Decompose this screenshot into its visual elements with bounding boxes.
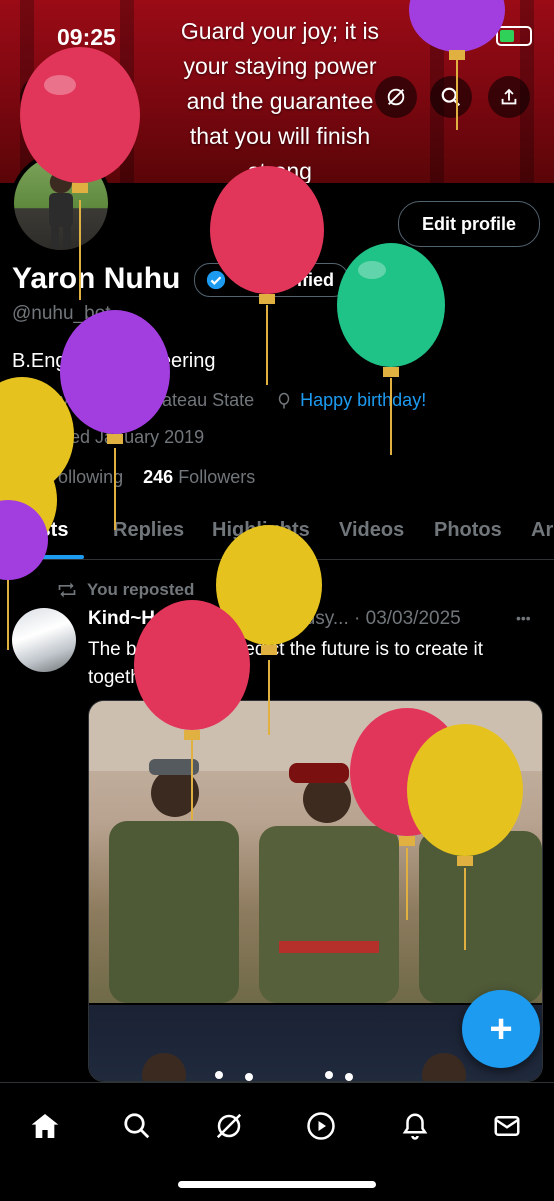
- home-icon: [31, 1114, 59, 1138]
- mail-icon: [494, 1116, 520, 1136]
- bell-icon: [402, 1113, 428, 1140]
- birthday-link[interactable]: Happy birthday!: [300, 390, 426, 411]
- search-icon: [124, 1113, 150, 1139]
- profile-handle: @nuhu_bot: [12, 303, 111, 324]
- profile-avatar[interactable]: [10, 152, 112, 254]
- tab-posts[interactable]: Posts: [14, 519, 68, 542]
- post-author-avatar[interactable]: [12, 608, 76, 672]
- repost-icon: [58, 582, 76, 598]
- post-author-name[interactable]: Kind~Hearted~Bully: [88, 608, 270, 629]
- profile-counts: 163 Following 246 Followers: [12, 467, 255, 488]
- balloon-green: [337, 243, 445, 455]
- balloon-purple: [60, 310, 170, 530]
- share-icon: [501, 88, 517, 105]
- get-verified-button[interactable]: Get verified: [194, 263, 350, 297]
- banner-quote: Guard your joy; it is your staying power…: [180, 18, 380, 183]
- tab-photos[interactable]: Photos: [434, 519, 502, 542]
- nav-notifications[interactable]: [392, 1103, 438, 1149]
- post-text: The best way to predict the future is to…: [88, 639, 483, 688]
- back-button[interactable]: [20, 76, 62, 118]
- post-date: · 03/03/2025: [354, 608, 461, 629]
- status-time: 09:25: [57, 24, 116, 50]
- soldiers-illustration: [89, 701, 542, 1003]
- repost-indicator: You reposted: [57, 580, 194, 600]
- nav-video[interactable]: [298, 1103, 344, 1149]
- battery-icon: [496, 26, 532, 46]
- back-arrow-icon: [33, 89, 49, 105]
- location-pin-icon: [14, 392, 28, 410]
- profile-tabs: Posts Replies Highlights Videos Photos A…: [0, 505, 554, 560]
- nav-messages[interactable]: [484, 1103, 530, 1149]
- following-label: Following: [47, 467, 124, 487]
- following-count: 163: [12, 467, 43, 487]
- edit-profile-button[interactable]: Edit profile: [398, 201, 540, 247]
- balloon-birthday-icon: [278, 392, 290, 408]
- verified-badge-icon: [206, 270, 226, 290]
- post-more-button[interactable]: •••: [516, 610, 531, 626]
- search-icon: [441, 87, 461, 107]
- nav-grok[interactable]: [206, 1103, 252, 1149]
- profile-joined: Joined January 2019: [37, 427, 205, 447]
- grok-icon: [387, 88, 405, 106]
- profile-location: Ray-field Jos Plateau State: [37, 390, 255, 410]
- status-icons: ••••: [432, 26, 532, 46]
- home-indicator: [178, 1181, 376, 1188]
- tab-replies[interactable]: Replies: [113, 519, 184, 542]
- followers-label: Followers: [178, 467, 256, 487]
- followers-link[interactable]: 246 Followers: [143, 467, 255, 487]
- compose-plus-icon: +: [489, 1007, 513, 1051]
- active-tab-indicator: [14, 555, 84, 559]
- play-video-icon: [307, 1112, 335, 1140]
- compose-post-button[interactable]: +: [462, 990, 540, 1068]
- nav-home[interactable]: [22, 1103, 68, 1149]
- share-button[interactable]: [488, 76, 530, 118]
- post-photo-soldiers[interactable]: [89, 701, 542, 1003]
- post-header: Kind~Hearted~Bully @_usy... · 03/03/2025: [88, 608, 461, 630]
- profile-meta-location-row: Ray-field Jos Plateau State Happy birthd…: [12, 390, 426, 411]
- tab-highlights[interactable]: Highlights: [212, 519, 310, 542]
- get-verified-label: Get verified: [235, 269, 335, 290]
- post-author-handle[interactable]: @_usy...: [275, 608, 349, 629]
- following-link[interactable]: 163 Following: [12, 467, 123, 487]
- calendar-icon: [13, 430, 29, 445]
- profile-meta-joined-row: Joined January 2019: [12, 427, 204, 448]
- grok-icon: [216, 1113, 242, 1139]
- grok-button[interactable]: [375, 76, 417, 118]
- wifi-icon: [465, 28, 487, 44]
- nav-search[interactable]: [114, 1103, 160, 1149]
- tab-articles[interactable]: Ar: [531, 519, 553, 542]
- signal-dots-icon: ••••: [432, 28, 456, 44]
- profile-bio: B.Eng civil engineering: [12, 350, 216, 372]
- search-button[interactable]: [430, 76, 472, 118]
- profile-name: Yaron Nuhu: [12, 262, 181, 295]
- repost-label: You reposted: [87, 580, 195, 599]
- avatar-person-figure: [49, 171, 73, 248]
- tab-videos[interactable]: Videos: [339, 519, 404, 542]
- followers-count: 246: [143, 467, 174, 487]
